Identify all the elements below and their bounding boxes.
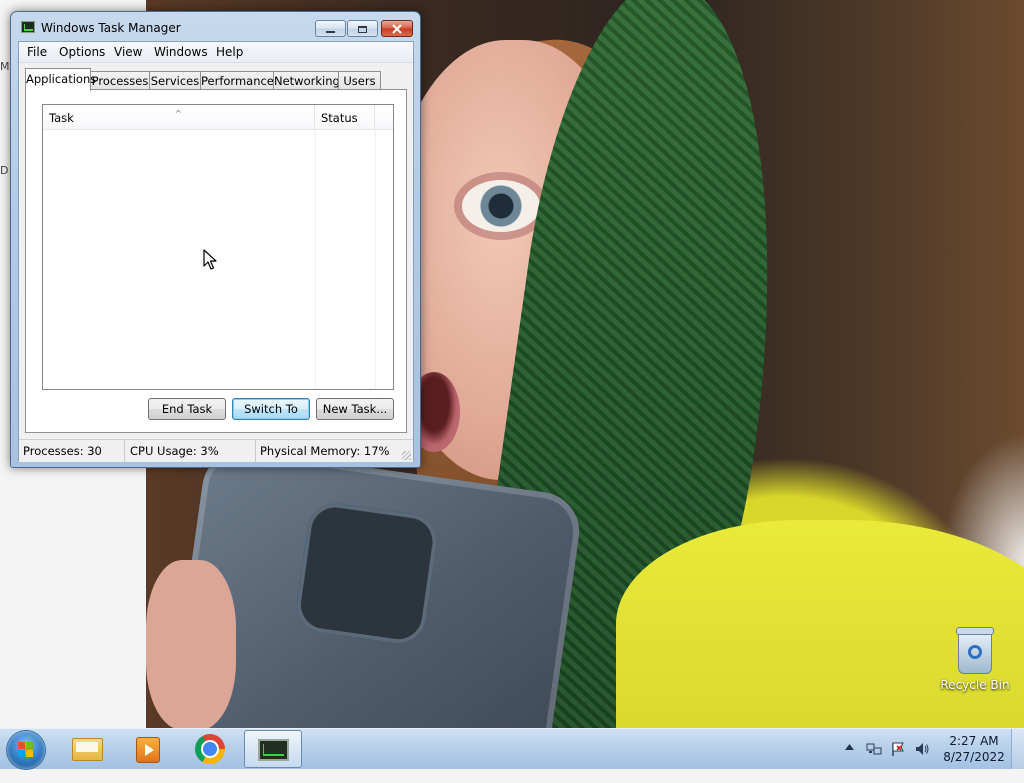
windows-logo-icon — [18, 742, 34, 758]
windows-explorer-icon — [72, 738, 103, 761]
recycle-bin-icon — [956, 627, 994, 674]
column-divider — [375, 129, 376, 389]
wallpaper-phone-camera — [293, 499, 441, 647]
desktop-icon-label-fragment: M — [0, 60, 10, 73]
task-list[interactable]: ^ Task Status — [42, 104, 394, 390]
tab-users[interactable]: Users — [338, 71, 381, 90]
maximize-button[interactable] — [347, 20, 378, 37]
wallpaper-eye — [462, 180, 540, 232]
menu-file[interactable]: File — [27, 45, 47, 59]
column-header-task-label: Task — [49, 111, 74, 125]
maximize-icon — [358, 26, 367, 33]
column-divider — [315, 129, 316, 389]
task-list-header: ^ Task Status — [43, 105, 393, 130]
start-button[interactable] — [7, 731, 45, 769]
chevron-up-icon — [845, 744, 854, 750]
tab-strip: Applications Processes Services Performa… — [25, 68, 407, 91]
taskbar-task-manager[interactable] — [244, 730, 302, 768]
show-desktop-button[interactable] — [1011, 729, 1024, 769]
switch-to-button[interactable]: Switch To — [232, 398, 310, 420]
window-title: Windows Task Manager — [41, 21, 181, 35]
column-header-status[interactable]: Status — [315, 105, 375, 129]
system-clock[interactable]: 2:27 AM 8/27/2022 — [942, 733, 1006, 765]
tab-processes[interactable]: Processes — [90, 71, 150, 90]
sort-ascending-icon: ^ — [175, 109, 182, 118]
recycle-bin-label: Recycle Bin — [940, 678, 1010, 692]
menu-help[interactable]: Help — [216, 45, 243, 59]
minimize-button[interactable] — [315, 20, 346, 37]
menu-bar: File Options View Windows Help — [19, 42, 413, 63]
tab-applications[interactable]: Applications — [25, 68, 96, 91]
volume-icon[interactable] — [914, 741, 930, 761]
taskbar: 2:27 AM 8/27/2022 — [0, 728, 1024, 769]
tab-services[interactable]: Services — [149, 71, 201, 90]
task-manager-window: Windows Task Manager File Options View W… — [10, 11, 421, 468]
minimize-icon — [326, 30, 335, 33]
taskbar-chrome[interactable] — [181, 730, 239, 768]
task-manager-icon — [258, 739, 289, 761]
network-icon[interactable] — [866, 741, 882, 761]
close-button[interactable] — [381, 20, 413, 37]
wallpaper-yellow-shirt — [616, 520, 1024, 728]
recycle-bin[interactable]: Recycle Bin — [940, 627, 1010, 692]
new-task-button[interactable]: New Task... — [316, 398, 394, 420]
end-task-button[interactable]: End Task — [148, 398, 226, 420]
task-manager-icon — [21, 21, 35, 33]
taskbar-windows-explorer[interactable] — [59, 730, 117, 768]
clock-time: 2:27 AM — [949, 734, 999, 748]
wallpaper-hand — [146, 560, 236, 728]
title-bar[interactable]: Windows Task Manager — [11, 12, 420, 44]
status-processes: Processes: 30 — [19, 440, 125, 462]
tab-networking[interactable]: Networking — [273, 71, 340, 90]
status-bar: Processes: 30 CPU Usage: 3% Physical Mem… — [19, 439, 413, 462]
show-hidden-icons-button[interactable] — [845, 743, 854, 783]
column-header-task[interactable]: ^ Task — [43, 105, 315, 129]
menu-windows[interactable]: Windows — [154, 45, 208, 59]
chrome-icon — [195, 734, 225, 764]
status-cpu-usage: CPU Usage: 3% — [125, 440, 256, 462]
status-physical-memory: Physical Memory: 17% — [260, 444, 390, 458]
mouse-cursor-icon — [203, 249, 217, 270]
clock-date: 8/27/2022 — [943, 750, 1005, 764]
menu-view[interactable]: View — [114, 45, 142, 59]
media-player-icon — [136, 737, 160, 763]
action-center-flag-icon[interactable] — [890, 741, 906, 761]
close-icon — [392, 24, 402, 34]
desktop-icon-label-fragment: D — [0, 164, 9, 177]
resize-grip[interactable] — [402, 451, 411, 460]
taskbar-media-player[interactable] — [119, 730, 177, 768]
menu-options[interactable]: Options — [59, 45, 105, 59]
tab-performance[interactable]: Performance — [200, 71, 274, 90]
